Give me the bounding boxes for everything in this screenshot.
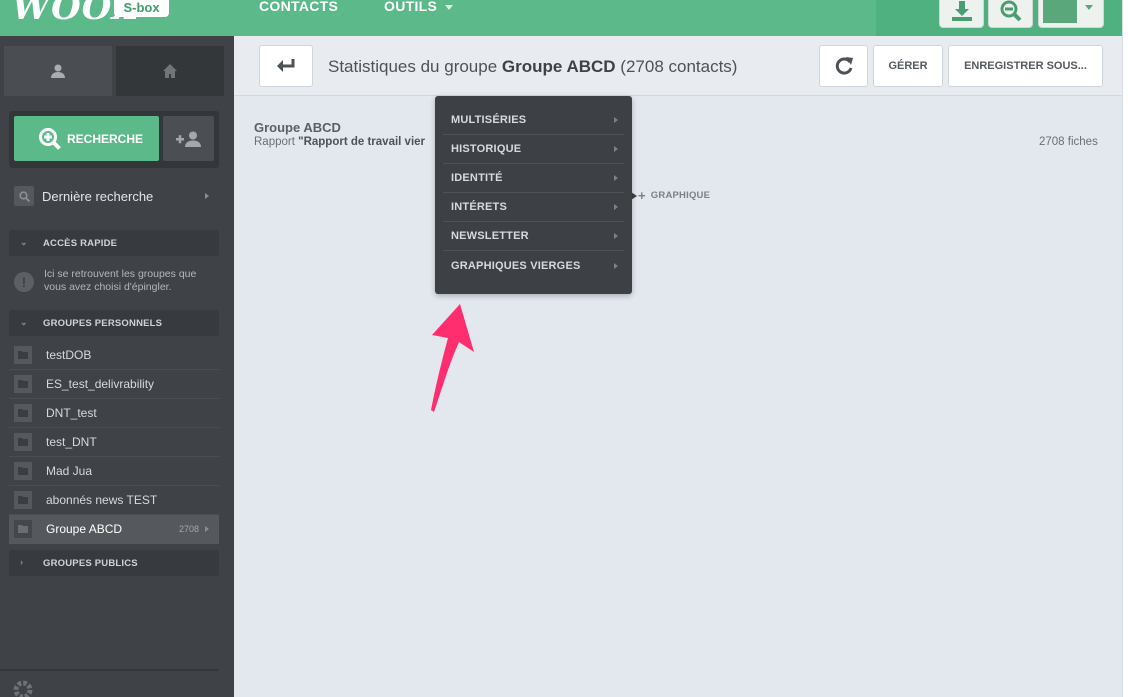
list-item[interactable]: test_DNT bbox=[9, 428, 219, 457]
graph-type-menu: MULTISÉRIES HISTORIQUE IDENTITÉ INTÉRETS… bbox=[435, 96, 632, 294]
folder-icon bbox=[14, 404, 32, 422]
folder-icon bbox=[14, 520, 32, 538]
zoom-out-button[interactable] bbox=[988, 0, 1033, 28]
report-label: Rapport "Rapport de travail vier bbox=[254, 136, 426, 148]
list-item-active[interactable]: Groupe ABCD 2708 bbox=[9, 515, 219, 544]
add-graph-button[interactable]: + GRAPHIQUE bbox=[631, 188, 710, 203]
list-item[interactable]: testDOB bbox=[9, 341, 219, 370]
gear-icon[interactable] bbox=[12, 679, 34, 697]
section-quick-access[interactable]: ⌄ ACCÈS RAPIDE bbox=[9, 230, 219, 256]
content-header: Statistiques du groupe Groupe ABCD (2708… bbox=[234, 36, 1122, 96]
tab-home[interactable] bbox=[116, 46, 224, 96]
list-item[interactable]: abonnés news TEST bbox=[9, 486, 219, 515]
group-count: 2708 bbox=[178, 524, 199, 534]
tab-contacts[interactable] bbox=[4, 46, 112, 96]
chevron-right-icon bbox=[614, 117, 618, 123]
group-title: Groupe ABCD bbox=[254, 120, 341, 135]
nav-contacts[interactable]: CONTACTS bbox=[259, 0, 338, 14]
folder-icon bbox=[14, 462, 32, 480]
record-count: 2708 fiches bbox=[1039, 136, 1098, 148]
chevron-down-icon: ⌄ bbox=[20, 237, 28, 247]
add-user-button[interactable] bbox=[163, 116, 214, 161]
refresh-button[interactable] bbox=[819, 45, 868, 87]
search-panel: RECHERCHE bbox=[9, 111, 219, 168]
back-button[interactable] bbox=[259, 45, 313, 87]
chevron-right-icon: › bbox=[20, 557, 24, 567]
chevron-down-icon: ⌄ bbox=[20, 317, 28, 327]
avatar bbox=[1043, 0, 1077, 23]
download-icon bbox=[951, 1, 972, 21]
menu-item-interets[interactable]: INTÉRETS bbox=[443, 193, 624, 222]
plus-icon: + bbox=[638, 188, 646, 203]
quick-access-info: ! Ici se retrouvent les groupes que vous… bbox=[14, 268, 219, 298]
zoom-out-icon bbox=[1000, 0, 1021, 22]
chevron-right-icon bbox=[614, 233, 618, 239]
add-user-icon bbox=[175, 131, 201, 147]
page-title: Statistiques du groupe Groupe ABCD (2708… bbox=[328, 57, 738, 76]
menu-item-historique[interactable]: HISTORIQUE bbox=[443, 135, 624, 164]
section-public-groups[interactable]: › GROUPES PUBLICS bbox=[9, 550, 219, 576]
last-search-item[interactable]: Dernière recherche bbox=[14, 184, 219, 208]
user-icon bbox=[51, 64, 65, 78]
list-item[interactable]: ES_test_delivrability bbox=[9, 370, 219, 399]
chevron-down-icon bbox=[1085, 5, 1093, 10]
menu-item-graphiques-vierges[interactable]: GRAPHIQUES VIERGES bbox=[443, 251, 624, 280]
sbox-badge: S-box bbox=[114, 0, 169, 17]
chevron-right-icon bbox=[205, 193, 209, 199]
folder-icon bbox=[14, 346, 32, 364]
annotation-arrow-icon bbox=[431, 304, 474, 412]
chevron-right-icon bbox=[614, 262, 618, 269]
nav-outils[interactable]: OUTILS bbox=[384, 0, 454, 14]
refresh-icon bbox=[835, 57, 853, 75]
section-personal-groups[interactable]: ⌄ GROUPES PERSONNELS bbox=[9, 310, 219, 336]
chevron-right-icon bbox=[614, 146, 618, 152]
manage-button[interactable]: GÉRER bbox=[873, 45, 943, 87]
info-icon: ! bbox=[14, 272, 34, 292]
list-item[interactable]: Mad Jua bbox=[9, 457, 219, 486]
home-icon bbox=[163, 64, 177, 78]
menu-item-identite[interactable]: IDENTITÉ bbox=[443, 164, 624, 193]
chevron-right-icon bbox=[614, 175, 618, 181]
personal-group-list: testDOB ES_test_delivrability DNT_test t… bbox=[9, 341, 219, 544]
search-button[interactable]: RECHERCHE bbox=[14, 116, 159, 161]
folder-icon bbox=[14, 491, 32, 509]
chevron-down-icon bbox=[445, 4, 454, 10]
list-item[interactable]: DNT_test bbox=[9, 399, 219, 428]
search-plus-icon bbox=[39, 127, 61, 150]
user-menu[interactable] bbox=[1038, 0, 1104, 28]
chevron-right-icon bbox=[205, 526, 209, 532]
return-icon bbox=[277, 59, 295, 72]
search-icon bbox=[14, 186, 34, 206]
sidebar: RECHERCHE Dernière recherche ⌄ ACCÈS RAP… bbox=[0, 36, 234, 697]
top-bar: WOOX S-box CONTACTS OUTILS bbox=[0, 0, 1128, 36]
menu-item-multiseries[interactable]: MULTISÉRIES bbox=[443, 106, 624, 135]
save-as-button[interactable]: ENREGISTRER SOUS... bbox=[948, 45, 1103, 87]
download-button[interactable] bbox=[939, 0, 984, 28]
chevron-right-icon bbox=[614, 204, 618, 210]
menu-item-newsletter[interactable]: NEWSLETTER bbox=[443, 222, 624, 251]
folder-icon bbox=[14, 375, 32, 393]
folder-icon bbox=[14, 433, 32, 451]
